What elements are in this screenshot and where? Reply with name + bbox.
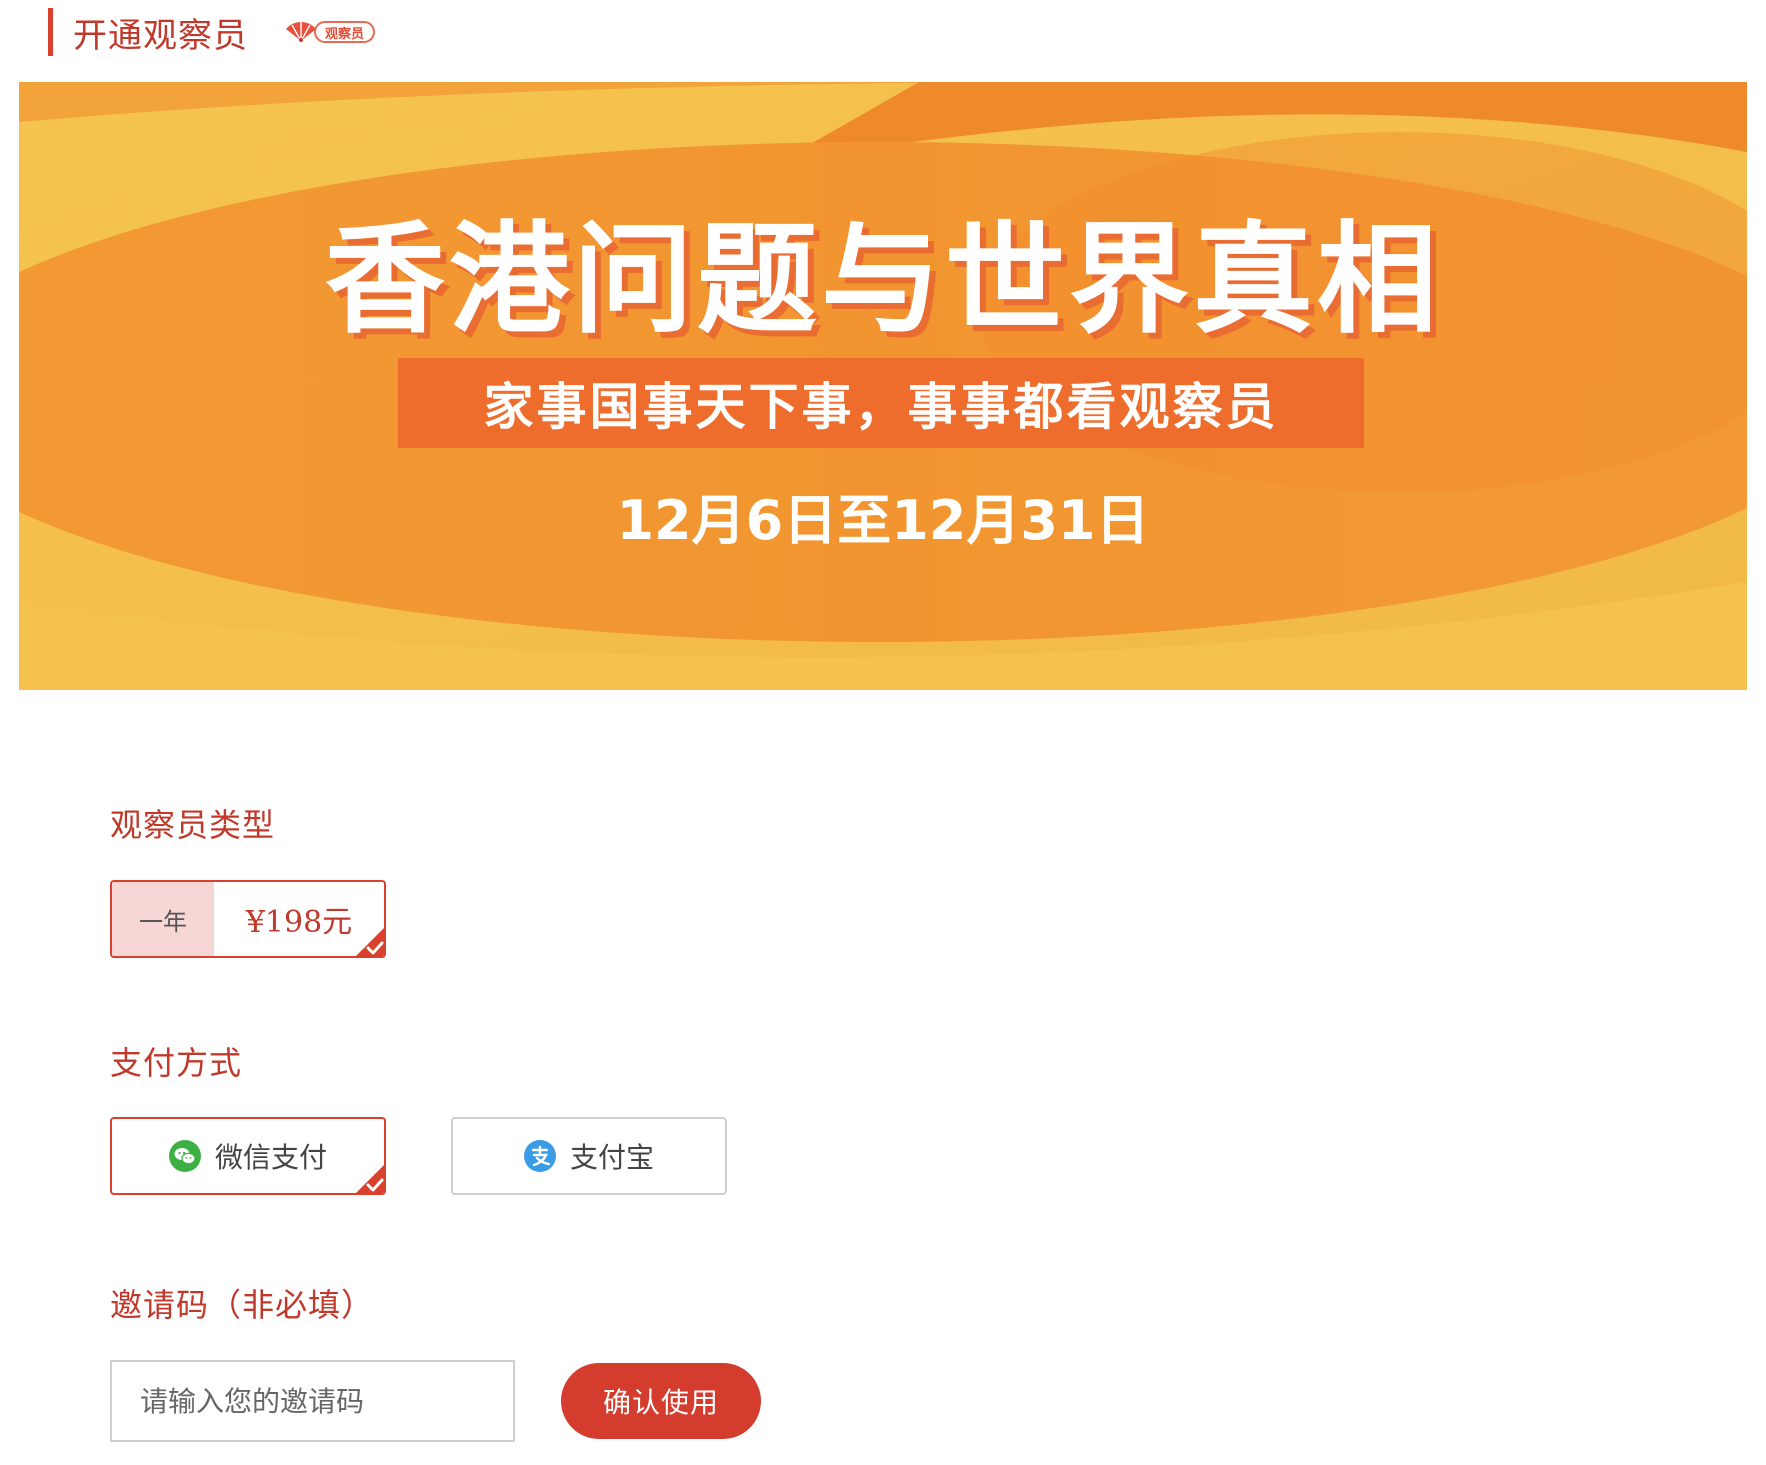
payment-option-label: 微信支付 <box>214 1141 327 1174</box>
plan-option-one-year[interactable]: 一年 ¥198元 <box>110 880 386 958</box>
banner-slogan-box: 家事国事天下事，事事都看观察员 <box>398 358 1364 448</box>
alipay-icon <box>523 1140 556 1172</box>
wechat-icon <box>168 1140 201 1172</box>
badge-label: 观察员 <box>314 21 376 43</box>
fan-logo-icon <box>286 22 316 42</box>
banner-title: 香港问题与世界真相 <box>325 211 1441 350</box>
payment-option-wechat[interactable]: 微信支付 <box>110 1117 386 1195</box>
banner-slogan: 家事国事天下事，事事都看观察员 <box>483 378 1279 436</box>
invite-code-input[interactable] <box>110 1360 515 1442</box>
banner-date-range: 12月6日至12月31日 <box>616 489 1150 552</box>
selected-check-icon <box>356 928 384 956</box>
payment-method-label: 支付方式 <box>110 1044 243 1082</box>
invite-code-label: 邀请码（非必填） <box>110 1286 375 1324</box>
observer-badge: 观察员 <box>284 18 376 46</box>
page-title: 开通观察员 <box>73 15 248 56</box>
payment-option-alipay[interactable]: 支付宝 <box>451 1117 727 1195</box>
header-accent-bar <box>48 8 53 56</box>
membership-type-label: 观察员类型 <box>110 806 276 844</box>
confirm-invite-button[interactable]: 确认使用 <box>561 1363 761 1439</box>
promo-banner[interactable]: 香港问题与世界真相 家事国事天下事，事事都看观察员 12月6日至12月31日 <box>19 82 1747 690</box>
page-header: 开通观察员 观察员 <box>48 8 376 56</box>
selected-check-icon <box>356 1165 384 1193</box>
plan-term: 一年 <box>112 882 214 956</box>
payment-option-label: 支付宝 <box>569 1141 654 1174</box>
